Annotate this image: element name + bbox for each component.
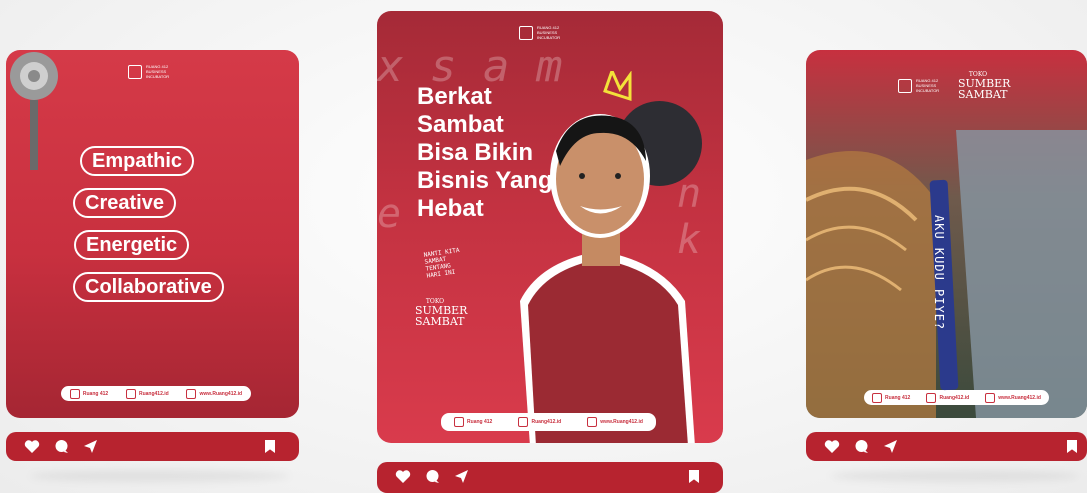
brand-toko-sumber-sambat: TOKO SUMBER SAMBAT — [958, 72, 1011, 101]
bookmark-icon[interactable] — [689, 470, 699, 483]
footer-linkedin: Ruang 412 — [69, 388, 108, 399]
brand-logo: RUANG 412 BUSINESS INCUBATOR — [128, 64, 186, 79]
value-pill-empathic: Empathic — [80, 146, 195, 176]
tagline: NANTI KITA SAMBAT TENTANG HARI INI — [423, 246, 460, 280]
instagram-icon — [518, 417, 529, 427]
brand-main-text: SUMBER SAMBAT — [958, 77, 1011, 101]
heart-icon[interactable] — [395, 469, 411, 484]
footer-linkedin: Ruang 412 — [872, 392, 910, 403]
person-photo — [520, 71, 695, 443]
comment-icon[interactable] — [425, 469, 440, 484]
logo-text: RUANG 412 BUSINESS INCUBATOR — [537, 25, 561, 40]
comment-icon[interactable] — [54, 439, 69, 454]
footer-instagram: Ruang412.id — [125, 388, 169, 399]
globe-icon — [985, 392, 996, 403]
linkedin-icon — [872, 392, 883, 403]
send-icon[interactable] — [883, 439, 898, 454]
comment-icon[interactable] — [854, 439, 869, 454]
value-pill-energetic: Energetic — [74, 230, 190, 260]
bookmark-icon[interactable] — [1067, 440, 1077, 453]
linkedin-icon — [69, 388, 80, 399]
post-card-values[interactable]: RUANG 412 BUSINESS INCUBATOR Empathic Cr… — [6, 50, 299, 418]
lanyard-text: AKU KUDU PIYE? — [932, 215, 946, 331]
dumbbell-decoration — [10, 52, 58, 170]
heart-icon[interactable] — [24, 439, 40, 454]
logo-icon — [128, 64, 142, 79]
instagram-icon — [125, 388, 136, 399]
card-shadow — [30, 470, 290, 482]
footer-website: www.Ruang412.id — [985, 392, 1041, 403]
globe-icon — [186, 388, 197, 399]
logo-icon — [519, 25, 533, 40]
post-footer: Ruang 412 Ruang412.id www.Ruang412.id — [61, 386, 251, 401]
instagram-icon — [926, 392, 937, 403]
linkedin-icon — [454, 417, 465, 427]
card-shadow — [830, 470, 1080, 482]
logo-icon — [898, 78, 912, 93]
footer-linkedin: Ruang 412 — [454, 417, 492, 427]
brand-main-text: SUMBER SAMBAT — [415, 304, 468, 328]
logo-text: RUANG 412 BUSINESS INCUBATOR — [146, 64, 170, 79]
send-icon[interactable] — [454, 469, 469, 484]
globe-icon — [587, 417, 598, 427]
post-action-bar — [806, 432, 1087, 461]
footer-instagram: Ruang412.id — [926, 392, 969, 403]
logo-text: RUANG 412 BUSINESS INCUBATOR — [916, 78, 940, 93]
post-action-bar — [6, 432, 299, 461]
post-footer: Ruang 412 Ruang412.id www.Ruang412.id — [864, 390, 1049, 405]
brand-logo: RUANG 412 BUSINESS INCUBATOR — [898, 78, 956, 93]
brand-toko-sumber-sambat: TOKO SUMBER SAMBAT — [415, 299, 468, 328]
footer-website: www.Ruang412.id — [587, 417, 643, 427]
heart-icon[interactable] — [824, 439, 840, 454]
post-footer: Ruang 412 Ruang412.id www.Ruang412.id — [441, 413, 656, 431]
value-pill-collaborative: Collaborative — [73, 272, 224, 302]
post-card-sambat[interactable]: x s a m e n k RUANG 412 BUSINESS INCUBAT… — [377, 11, 723, 443]
brand-logo: RUANG 412 BUSINESS INCUBATOR — [519, 25, 577, 40]
post-action-bar — [377, 462, 723, 493]
send-icon[interactable] — [83, 439, 98, 454]
footer-website: www.Ruang412.id — [186, 388, 242, 399]
footer-instagram: Ruang412.id — [518, 417, 561, 427]
value-pill-creative: Creative — [73, 188, 176, 218]
bookmark-icon[interactable] — [265, 440, 275, 453]
chalkboard-letters: e — [377, 191, 402, 237]
